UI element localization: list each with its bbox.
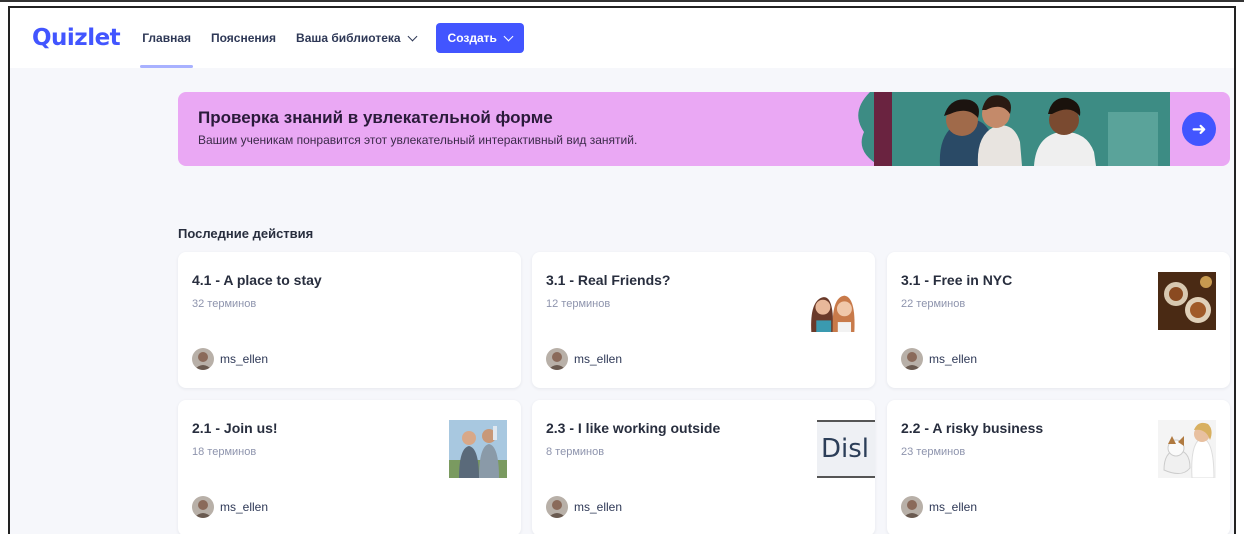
card-author[interactable]: ms_ellen [901, 496, 977, 518]
avatar [901, 348, 923, 370]
card-username: ms_ellen [574, 500, 623, 514]
nav-explanations[interactable]: Пояснения [211, 8, 276, 68]
study-set-card[interactable]: 4.1 - A place to stay 32 терминов ms_ell… [178, 252, 521, 388]
card-term-count: 8 терминов [546, 446, 605, 458]
card-term-count: 22 терминов [901, 298, 966, 310]
chevron-down-icon [407, 31, 417, 41]
promo-banner[interactable]: Проверка знаний в увлекательной форме Ва… [178, 92, 1230, 166]
top-navigation: Quizlet Главная Пояснения Ваша библиотек… [10, 8, 1234, 68]
avatar [901, 496, 923, 518]
create-button[interactable]: Создать [435, 23, 524, 53]
card-term-count: 23 терминов [901, 446, 966, 458]
avatar [192, 348, 214, 370]
card-title: 4.1 - A place to stay [192, 272, 322, 288]
nav-library-label: Ваша библиотека [296, 31, 401, 45]
nav-home-label: Главная [142, 31, 191, 45]
create-button-label: Создать [447, 31, 497, 45]
students-photo [850, 92, 1170, 166]
card-username: ms_ellen [929, 352, 978, 366]
card-title: 3.1 - Free in NYC [901, 272, 1013, 288]
browser-viewport: Quizlet Главная Пояснения Ваша библиотек… [8, 6, 1236, 534]
text-image-thumbnail: Disl [817, 420, 875, 478]
card-username: ms_ellen [220, 500, 269, 514]
runners-photo [449, 420, 507, 478]
study-set-card[interactable]: 2.1 - Join us! 18 терминов ms_ellen [178, 400, 521, 534]
food-photo [1158, 272, 1216, 330]
card-title: 3.1 - Real Friends? [546, 272, 671, 288]
card-term-count: 18 терминов [192, 446, 257, 458]
card-term-count: 12 терминов [546, 298, 611, 310]
quizlet-logo[interactable]: Quizlet [32, 25, 121, 51]
avatar [546, 348, 568, 370]
chevron-down-icon [503, 31, 514, 41]
nav-home[interactable]: Главная [140, 8, 193, 68]
card-title: 2.3 - I like working outside [546, 420, 721, 436]
card-author[interactable]: ms_ellen [192, 348, 268, 370]
nav-library-dropdown[interactable]: Ваша библиотека [296, 8, 417, 68]
card-author[interactable]: ms_ellen [546, 348, 622, 370]
vet-dog-photo [1158, 420, 1216, 478]
top-border-line [0, 0, 1244, 2]
arrow-right-icon[interactable]: ➜ [1182, 112, 1216, 146]
section-title-recent: Последние действия [178, 226, 314, 241]
banner-subtitle: Вашим ученикам понравится этот увлекател… [198, 133, 638, 147]
card-author[interactable]: ms_ellen [192, 496, 268, 518]
friends-photo [808, 284, 856, 332]
banner-title: Проверка знаний в увлекательной форме [198, 108, 553, 127]
card-title: 2.2 - A risky business [901, 420, 1044, 436]
avatar [546, 496, 568, 518]
nav-explanations-label: Пояснения [211, 31, 277, 45]
study-set-card[interactable]: 2.2 - A risky business 23 терминов ms_el… [887, 400, 1230, 534]
card-author[interactable]: ms_ellen [901, 348, 977, 370]
card-username: ms_ellen [929, 500, 978, 514]
card-username: ms_ellen [220, 352, 269, 366]
avatar [192, 496, 214, 518]
study-set-card[interactable]: 3.1 - Real Friends? 12 терминов ms_ellen [532, 252, 875, 388]
card-author[interactable]: ms_ellen [546, 496, 622, 518]
card-username: ms_ellen [574, 352, 623, 366]
study-set-card[interactable]: 2.3 - I like working outside 8 терминов … [532, 400, 875, 534]
card-term-count: 32 терминов [192, 298, 257, 310]
study-set-card[interactable]: 3.1 - Free in NYC 22 терминов ms_ellen [887, 252, 1230, 388]
card-title: 2.1 - Join us! [192, 420, 278, 436]
